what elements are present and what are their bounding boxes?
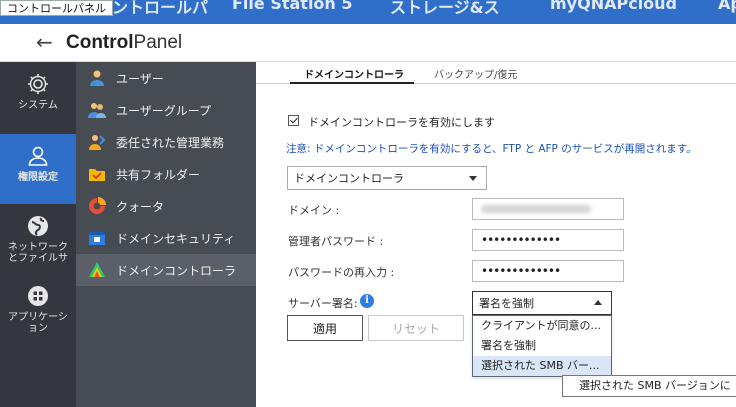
submenu-item-label: ドメインコントローラ	[116, 263, 237, 278]
submenu-item-quota[interactable]: クォータ	[76, 190, 256, 222]
enable-domain-controller-checkbox[interactable]	[288, 115, 299, 126]
domain-input[interactable]	[472, 198, 624, 220]
tab-backup-restore[interactable]: バックアップ/復元	[434, 66, 517, 81]
domain-controller-icon	[89, 262, 105, 277]
admin-password-value: •••••••••••••	[481, 233, 561, 247]
rail-item-label: 権限設定	[18, 172, 58, 183]
server-signing-select[interactable]: 署名を強制	[472, 291, 612, 315]
background-tab[interactable]: Ap	[718, 0, 736, 13]
delegate-icon	[89, 135, 106, 150]
user-group-icon	[88, 103, 106, 118]
redacted-value	[481, 205, 591, 213]
rail-item-label: システム	[18, 100, 58, 111]
submenu-item-label: 共有フォルダー	[116, 167, 201, 182]
admin-password-input[interactable]: •••••••••••••	[472, 229, 624, 251]
server-signing-options: クライアントが同意の... 署名を強制 選択された SMB バー...	[472, 315, 612, 377]
category-rail: システム 権限設定 ネットワーク とファイルサ アプリケーシ ョン	[0, 62, 76, 407]
apps-icon	[28, 286, 48, 306]
folder-icon	[89, 169, 105, 181]
rail-item-label: とファイルサ	[8, 253, 68, 264]
submenu-item-domain-security[interactable]: ドメインセキュリティ	[76, 222, 256, 254]
page-title: ControlPanel	[66, 31, 182, 55]
rail-item-label: ネットワーク	[8, 242, 68, 253]
rail-item-privilege[interactable]: 権限設定	[0, 134, 76, 204]
submenu-item-label: 委任された管理業務	[116, 135, 225, 150]
page-header: ← ControlPanel	[0, 24, 736, 62]
gear-icon	[28, 74, 48, 94]
admin-password-label: 管理者パスワード :	[288, 235, 384, 248]
app-window-label: コントロールパネル	[0, 0, 113, 16]
rail-item-network[interactable]: ネットワーク とファイルサ	[0, 214, 76, 274]
submenu-item-shared-folders[interactable]: 共有フォルダー	[76, 158, 256, 190]
submenu-item-user-groups[interactable]: ユーザーグループ	[76, 94, 256, 126]
active-tab-indicator	[290, 82, 414, 84]
server-signing-label: サーバー署名:	[288, 297, 358, 310]
service-restart-note: 注意: ドメインコントローラを有効にすると、FTP と AFP のサービスが再開…	[286, 143, 697, 155]
main-content: ドメインコントローラ バックアップ/復元 ドメインコントローラを有効にします 注…	[256, 62, 736, 407]
mode-select-value: ドメインコントローラ	[294, 172, 404, 185]
quota-icon	[89, 197, 106, 214]
info-icon[interactable]: i	[360, 294, 374, 308]
user-icon	[28, 146, 48, 166]
option-tooltip: 選択された SMB バージョンに	[562, 375, 736, 397]
tab-domain-controller[interactable]: ドメインコントローラ	[304, 66, 404, 81]
submenu-item-users[interactable]: ユーザー	[76, 62, 256, 94]
arrow-left-icon[interactable]: ←	[36, 30, 53, 54]
tab-bar: ドメインコントローラ バックアップ/復元	[256, 62, 736, 84]
rail-item-system[interactable]: システム	[0, 72, 76, 132]
server-signing-value: 署名を強制	[479, 297, 534, 310]
user-icon	[90, 70, 104, 86]
confirm-password-label: パスワードの再入力 :	[288, 266, 395, 279]
submenu-item-delegated-admin[interactable]: 委任された管理業務	[76, 126, 256, 158]
submenu-item-label: ドメインセキュリティ	[116, 231, 236, 246]
reset-button[interactable]: リセット	[368, 315, 464, 341]
dropdown-option[interactable]: 選択された SMB バー...	[473, 356, 611, 376]
enable-domain-controller-label: ドメインコントローラを有効にします	[308, 116, 495, 129]
window-top-bar: コントロールパ File Station 5 ストレージ&ス myQNAPclo…	[0, 0, 736, 24]
submenu-item-label: クォータ	[116, 199, 165, 214]
background-tab[interactable]: File Station 5	[232, 0, 353, 13]
dropdown-option[interactable]: クライアントが同意の...	[473, 316, 611, 336]
background-tab[interactable]: ストレージ&ス	[390, 0, 500, 18]
submenu: ユーザー ユーザーグループ 委任された管理業務 共有フォルダー クォータ ドメイ…	[76, 62, 256, 407]
confirm-password-input[interactable]: •••••••••••••	[472, 260, 624, 282]
submenu-item-label: ユーザーグループ	[116, 103, 212, 118]
submenu-item-label: ユーザー	[116, 71, 164, 86]
chevron-up-icon	[594, 300, 602, 305]
domain-security-icon	[89, 232, 105, 245]
rail-item-label: アプリケーシ	[8, 312, 68, 323]
apply-button[interactable]: 適用	[287, 315, 363, 341]
confirm-password-value: •••••••••••••	[481, 264, 561, 278]
title-rest: Panel	[133, 32, 183, 53]
domain-label: ドメイン :	[288, 204, 340, 217]
chevron-down-icon	[469, 176, 477, 181]
background-tab[interactable]: myQNAPcloud	[550, 0, 677, 13]
mode-select[interactable]: ドメインコントローラ	[287, 166, 487, 190]
rail-item-applications[interactable]: アプリケーシ ョン	[0, 284, 76, 344]
title-bold: Control	[66, 32, 134, 53]
submenu-item-domain-controller[interactable]: ドメインコントローラ	[76, 254, 256, 286]
globe-icon	[28, 216, 48, 236]
rail-item-label: ョン	[28, 323, 48, 334]
dropdown-option[interactable]: 署名を強制	[473, 336, 611, 356]
